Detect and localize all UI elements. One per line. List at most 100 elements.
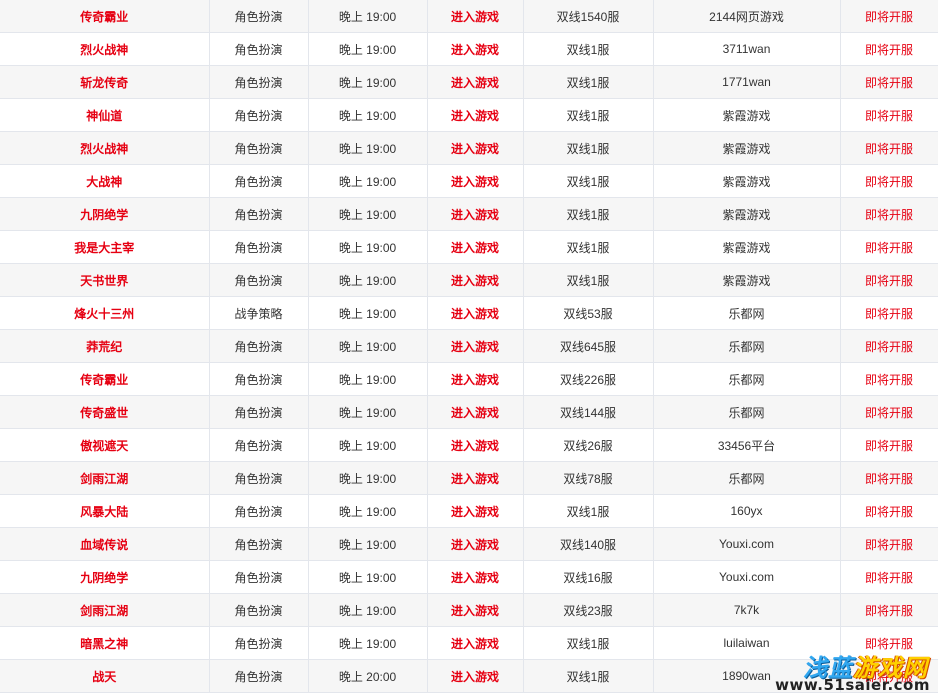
enter-game-link[interactable]: 进入游戏 — [427, 164, 524, 198]
game-category: 角色扮演 — [209, 527, 309, 561]
enter-game-link[interactable]: 进入游戏 — [427, 527, 524, 561]
open-status-link[interactable]: 即将开服 — [840, 527, 938, 561]
open-status-link[interactable]: 即将开服 — [840, 230, 938, 264]
game-name[interactable]: 暗黑之神 — [0, 626, 210, 660]
game-name[interactable]: 烈火战神 — [0, 32, 210, 66]
table-row: 莽荒纪 角色扮演 晚上 19:00 进入游戏 双线645服 乐都网 即将开服 — [0, 329, 938, 363]
enter-game-link[interactable]: 进入游戏 — [427, 296, 524, 330]
game-category: 角色扮演 — [209, 329, 309, 363]
platform-name: 160yx — [653, 494, 841, 528]
open-status-link[interactable]: 即将开服 — [840, 65, 938, 99]
game-name[interactable]: 大战神 — [0, 164, 210, 198]
platform-name: 7k7k — [653, 593, 841, 627]
platform-name: 紫霞游戏 — [653, 98, 841, 132]
open-status-link[interactable]: 即将开服 — [840, 98, 938, 132]
game-name[interactable]: 传奇霸业 — [0, 362, 210, 396]
enter-game-link[interactable]: 进入游戏 — [427, 461, 524, 495]
open-status-link[interactable]: 即将开服 — [840, 494, 938, 528]
open-time: 晚上 19:00 — [308, 0, 428, 33]
game-name[interactable]: 神仙道 — [0, 98, 210, 132]
game-name[interactable]: 战天 — [0, 659, 210, 693]
game-name[interactable]: 九阴绝学 — [0, 560, 210, 594]
game-name[interactable]: 莽荒纪 — [0, 329, 210, 363]
enter-game-link[interactable]: 进入游戏 — [427, 32, 524, 66]
game-name[interactable]: 血域传说 — [0, 527, 210, 561]
enter-game-link[interactable]: 进入游戏 — [427, 0, 524, 33]
enter-game-link[interactable]: 进入游戏 — [427, 98, 524, 132]
enter-game-link[interactable]: 进入游戏 — [427, 362, 524, 396]
game-name[interactable]: 剑雨江湖 — [0, 461, 210, 495]
open-status-link[interactable]: 即将开服 — [840, 164, 938, 198]
game-category: 角色扮演 — [209, 0, 309, 33]
game-name[interactable]: 天书世界 — [0, 263, 210, 297]
enter-game-link[interactable]: 进入游戏 — [427, 494, 524, 528]
open-time: 晚上 19:00 — [308, 32, 428, 66]
game-name[interactable]: 九阴绝学 — [0, 197, 210, 231]
server-name: 双线1服 — [523, 164, 654, 198]
game-name[interactable]: 我是大主宰 — [0, 230, 210, 264]
platform-name: 乐都网 — [653, 296, 841, 330]
enter-game-link[interactable]: 进入游戏 — [427, 395, 524, 429]
table-row: 烈火战神 角色扮演 晚上 19:00 进入游戏 双线1服 紫霞游戏 即将开服 — [0, 131, 938, 165]
server-name: 双线23服 — [523, 593, 654, 627]
game-name[interactable]: 傲视遮天 — [0, 428, 210, 462]
open-status-link[interactable]: 即将开服 — [840, 593, 938, 627]
game-category: 角色扮演 — [209, 197, 309, 231]
platform-name: 紫霞游戏 — [653, 230, 841, 264]
enter-game-link[interactable]: 进入游戏 — [427, 593, 524, 627]
open-status-link[interactable]: 即将开服 — [840, 329, 938, 363]
open-status-link[interactable]: 即将开服 — [840, 626, 938, 660]
open-status-link[interactable]: 即将开服 — [840, 461, 938, 495]
game-name[interactable]: 烽火十三州 — [0, 296, 210, 330]
enter-game-link[interactable]: 进入游戏 — [427, 65, 524, 99]
table-row: 暗黑之神 角色扮演 晚上 19:00 进入游戏 双线1服 luilaiwan 即将开服 — [0, 626, 938, 660]
server-name: 双线26服 — [523, 428, 654, 462]
table-row: 剑雨江湖 角色扮演 晚上 19:00 进入游戏 双线23服 7k7k 即将开服 — [0, 593, 938, 627]
server-name: 双线645服 — [523, 329, 654, 363]
enter-game-link[interactable]: 进入游戏 — [427, 230, 524, 264]
table-row: 风暴大陆 角色扮演 晚上 19:00 进入游戏 双线1服 160yx 即将开服 — [0, 494, 938, 528]
game-name[interactable]: 风暴大陆 — [0, 494, 210, 528]
game-name[interactable]: 传奇霸业 — [0, 0, 210, 33]
platform-name: 乐都网 — [653, 395, 841, 429]
enter-game-link[interactable]: 进入游戏 — [427, 197, 524, 231]
open-status-link[interactable]: 即将开服 — [840, 296, 938, 330]
game-name[interactable]: 传奇盛世 — [0, 395, 210, 429]
open-time: 晚上 19:00 — [308, 65, 428, 99]
open-status-link[interactable]: 即将开服 — [840, 395, 938, 429]
open-status-link[interactable]: 即将开服 — [840, 362, 938, 396]
open-time: 晚上 19:00 — [308, 560, 428, 594]
enter-game-link[interactable]: 进入游戏 — [427, 329, 524, 363]
game-category: 角色扮演 — [209, 65, 309, 99]
open-time: 晚上 19:00 — [308, 461, 428, 495]
server-name: 双线16服 — [523, 560, 654, 594]
open-status-link[interactable]: 即将开服 — [840, 428, 938, 462]
open-status-link[interactable]: 即将开服 — [840, 131, 938, 165]
open-time: 晚上 19:00 — [308, 230, 428, 264]
open-time: 晚上 19:00 — [308, 593, 428, 627]
enter-game-link[interactable]: 进入游戏 — [427, 131, 524, 165]
enter-game-link[interactable]: 进入游戏 — [427, 560, 524, 594]
enter-game-link[interactable]: 进入游戏 — [427, 659, 524, 693]
game-category: 角色扮演 — [209, 428, 309, 462]
open-time: 晚上 19:00 — [308, 197, 428, 231]
open-time: 晚上 19:00 — [308, 428, 428, 462]
table-row: 天书世界 角色扮演 晚上 19:00 进入游戏 双线1服 紫霞游戏 即将开服 — [0, 263, 938, 297]
open-status-link[interactable]: 即将开服 — [840, 263, 938, 297]
open-status-link[interactable]: 即将开服 — [840, 560, 938, 594]
server-name: 双线1服 — [523, 659, 654, 693]
game-name[interactable]: 烈火战神 — [0, 131, 210, 165]
enter-game-link[interactable]: 进入游戏 — [427, 263, 524, 297]
open-status-link[interactable]: 即将开服 — [840, 0, 938, 33]
enter-game-link[interactable]: 进入游戏 — [427, 626, 524, 660]
server-name: 双线1服 — [523, 494, 654, 528]
game-name[interactable]: 斩龙传奇 — [0, 65, 210, 99]
open-status-link[interactable]: 即将开服 — [840, 32, 938, 66]
platform-name: 2144网页游戏 — [653, 0, 841, 33]
game-name[interactable]: 剑雨江湖 — [0, 593, 210, 627]
open-status-link[interactable]: 即将开服 — [840, 197, 938, 231]
game-category: 战争策略 — [209, 296, 309, 330]
enter-game-link[interactable]: 进入游戏 — [427, 428, 524, 462]
server-name: 双线1服 — [523, 197, 654, 231]
open-status-link[interactable]: 即将开服 — [840, 659, 938, 693]
